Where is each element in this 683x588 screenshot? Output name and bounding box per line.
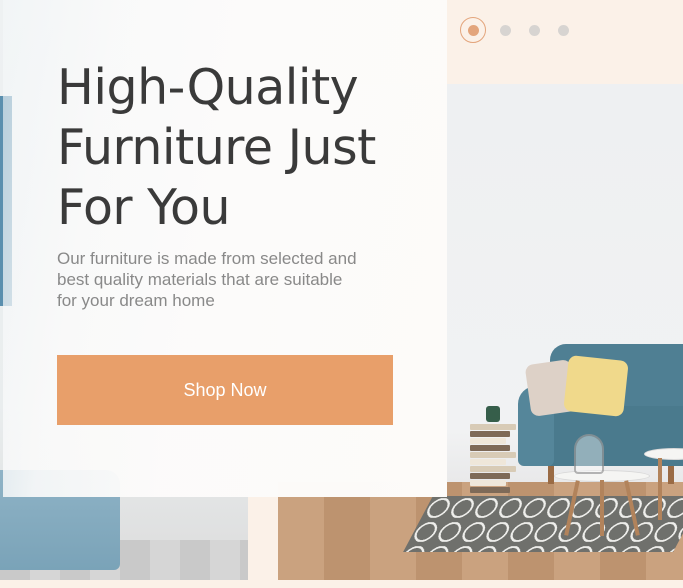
coffee-table xyxy=(554,470,650,536)
shop-now-button[interactable]: Shop Now xyxy=(57,355,393,425)
plant-pot xyxy=(486,406,500,422)
hero-description-line: for your dream home xyxy=(57,291,215,310)
hero-description: Our furniture is made from selected and … xyxy=(57,248,402,311)
hero-title-line: For You xyxy=(57,179,231,236)
hero-title: High-Quality Furniture Just For You xyxy=(57,58,417,238)
carousel-dot[interactable] xyxy=(529,24,540,36)
book-stack xyxy=(470,424,516,502)
carousel-pagination xyxy=(460,15,587,45)
carousel-dot[interactable] xyxy=(558,24,569,36)
hero-title-line: Furniture Just xyxy=(57,119,376,176)
hero-description-line: best quality materials that are suitable xyxy=(57,270,343,289)
yellow-pillow xyxy=(563,355,629,417)
hero-card: High-Quality Furniture Just For You Our … xyxy=(3,0,447,497)
carousel-dot-active[interactable] xyxy=(460,17,486,43)
hero-title-line: High-Quality xyxy=(57,59,359,116)
carousel-dot[interactable] xyxy=(500,24,511,36)
hero-description-line: Our furniture is made from selected and xyxy=(57,249,357,268)
glass-cloche xyxy=(574,434,604,474)
active-dot-icon xyxy=(467,24,479,36)
